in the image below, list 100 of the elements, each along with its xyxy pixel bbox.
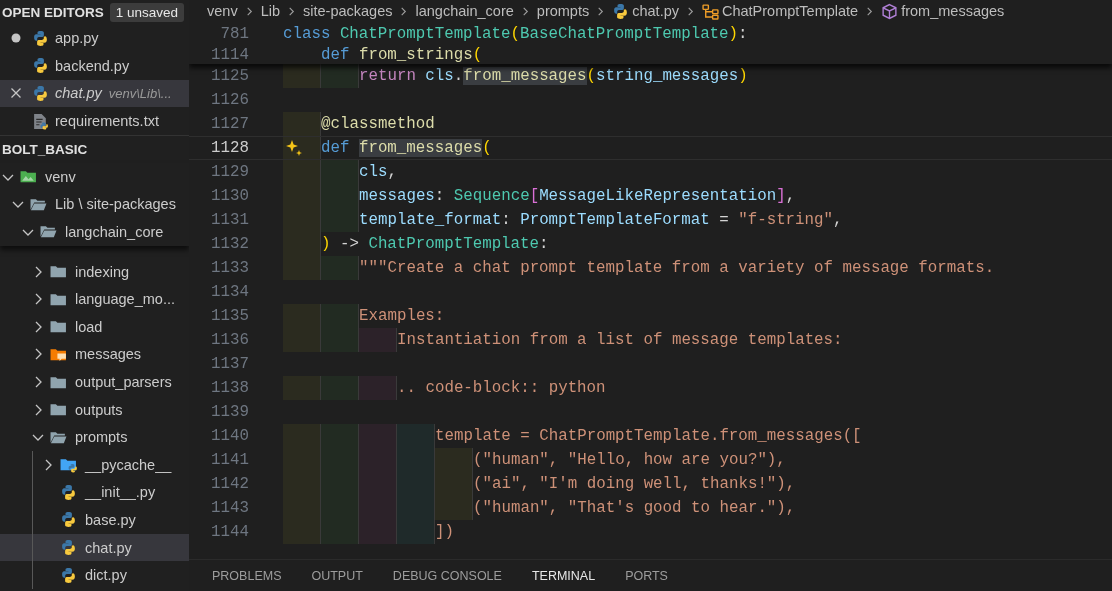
- breadcrumb-item[interactable]: Lib: [260, 3, 280, 19]
- indent-guide: [321, 328, 359, 352]
- indent-guide: [283, 304, 321, 328]
- tree-row[interactable]: chat.py: [0, 533, 189, 562]
- python-file-icon: [32, 29, 49, 47]
- tree-row[interactable]: langchain_core: [0, 218, 189, 246]
- indent-guide: [359, 328, 397, 352]
- tree-row[interactable]: venv: [0, 162, 189, 191]
- indent-guide: [321, 208, 359, 232]
- line-number: 1143: [210, 498, 250, 519]
- open-editor-row[interactable]: chat.py venv\Lib\...: [0, 79, 189, 108]
- tree-item-name[interactable]: outputs: [75, 401, 123, 418]
- code-line: class ChatPromptTemplate(BaseChatPromptTemplate):: [283, 24, 748, 45]
- tree-item-name[interactable]: dict.py: [85, 567, 127, 584]
- line-number: 1140: [210, 426, 250, 447]
- line-number: 1127: [210, 114, 250, 135]
- tree-item-name[interactable]: output_parsers: [75, 374, 172, 390]
- breadcrumb-item[interactable]: venv: [207, 3, 238, 19]
- indent-guide: [359, 376, 397, 400]
- open-editor-row[interactable]: backend.py: [0, 52, 189, 80]
- line-number: 781: [219, 24, 250, 45]
- tree-row[interactable]: indexing: [0, 257, 189, 286]
- tree-item-name[interactable]: venv: [45, 168, 76, 185]
- sparkle-icon[interactable]: [285, 139, 303, 157]
- tree-row[interactable]: outputs: [0, 395, 189, 424]
- breadcrumb-item[interactable]: langchain_core: [415, 3, 514, 19]
- indent-guide: [283, 376, 321, 400]
- file-name[interactable]: app.py: [55, 30, 99, 47]
- tree-item-name[interactable]: indexing: [75, 263, 129, 280]
- file-name[interactable]: requirements.txt: [55, 113, 159, 130]
- python-file-icon: [60, 539, 77, 557]
- code-line: return cls.from_messages(string_messages): [359, 66, 748, 87]
- code-line: ) -> ChatPromptTemplate:: [321, 234, 549, 255]
- indent-guide: [397, 424, 435, 448]
- code-line: ]): [435, 522, 454, 543]
- tree-item-name[interactable]: messages: [75, 346, 142, 363]
- open-editor-row[interactable]: app.py: [0, 24, 189, 53]
- tree-item-name[interactable]: prompts: [75, 429, 128, 446]
- tree-row[interactable]: __init__.py: [0, 478, 189, 507]
- line-number: 1141: [210, 450, 250, 471]
- tree-item-name[interactable]: language_mo...: [75, 291, 175, 308]
- close-icon[interactable]: [10, 87, 22, 100]
- code-line: ("human", "That's good to hear."),: [473, 498, 796, 519]
- python-file-icon: [32, 85, 49, 102]
- tree-row[interactable]: language_mo...: [0, 285, 189, 314]
- tree-row[interactable]: messages: [0, 340, 189, 369]
- tree-item-name[interactable]: Lib \ site-packages: [55, 196, 176, 213]
- class-symbol-icon: [701, 2, 719, 20]
- python-file-icon: [60, 511, 77, 529]
- tree-row[interactable]: prompts: [0, 423, 189, 451]
- tree-row[interactable]: base.py: [0, 506, 189, 534]
- tree-row[interactable]: __pycache__: [0, 451, 189, 479]
- breadcrumb-item[interactable]: site-packages: [303, 3, 393, 19]
- line-number: 1138: [210, 378, 250, 399]
- panel-tab[interactable]: DEBUG CONSOLE: [392, 568, 502, 583]
- section-title[interactable]: OPEN EDITORS: [2, 4, 104, 20]
- code-line: """Create a chat prompt template from a variety of message formats.: [359, 258, 995, 279]
- line-number: 1125: [210, 66, 250, 87]
- python-file-icon: [60, 566, 77, 584]
- code-line: def from_strings(: [321, 46, 483, 64]
- text-file-icon: [32, 112, 49, 130]
- breadcrumb-item[interactable]: ChatPromptTemplate: [721, 3, 859, 19]
- python-file-icon: [612, 2, 630, 20]
- code-line: def from_messages(: [321, 138, 492, 159]
- tree-item-name[interactable]: langchain_core: [65, 223, 164, 240]
- file-name[interactable]: backend.py: [55, 57, 130, 74]
- code-line: cls,: [359, 162, 397, 183]
- section-title[interactable]: BOLT_BASIC: [2, 141, 88, 157]
- tree-item-name[interactable]: __pycache__: [85, 456, 172, 473]
- file-path: venv\Lib\...: [108, 86, 172, 101]
- tree-row[interactable]: output_parsers: [0, 368, 189, 396]
- panel-tab[interactable]: OUTPUT: [311, 568, 363, 583]
- tree-item-name[interactable]: base.py: [85, 512, 136, 528]
- line-number: 1128: [210, 138, 250, 159]
- panel-tab[interactable]: TERMINAL: [531, 568, 596, 583]
- open-editor-row[interactable]: requirements.txt: [0, 107, 189, 135]
- panel-tab[interactable]: PORTS: [625, 568, 668, 583]
- panel-tab[interactable]: PROBLEMS: [212, 568, 282, 583]
- line-number: 1144: [210, 522, 250, 543]
- tree-row[interactable]: Lib \ site-packages: [0, 190, 189, 219]
- line-number: 1132: [210, 234, 250, 255]
- code-line: template_format: PromptTemplateFormat = "f-string",: [359, 210, 843, 231]
- tree-row[interactable]: dict.py: [0, 561, 189, 589]
- breadcrumb-item[interactable]: chat.py: [632, 3, 679, 19]
- tree-row[interactable]: load: [0, 313, 189, 341]
- breadcrumb-item[interactable]: prompts: [536, 3, 590, 19]
- file-name[interactable]: chat.py: [55, 85, 102, 102]
- line-number: 1133: [210, 258, 250, 279]
- tree-item-name[interactable]: load: [75, 318, 103, 335]
- line-number: 1130: [210, 186, 250, 207]
- unsaved-badge: 1 unsaved: [109, 2, 185, 22]
- breadcrumb-item[interactable]: from_messages: [901, 3, 1005, 19]
- indent-guide: [321, 520, 359, 544]
- tree-item-name[interactable]: chat.py: [85, 539, 132, 556]
- line-number: 1129: [210, 162, 250, 183]
- tree-item-name[interactable]: __init__.py: [85, 484, 156, 501]
- indent-guide: [359, 520, 397, 544]
- indent-guide: [283, 256, 321, 280]
- line-number: 1131: [210, 210, 250, 231]
- python-file-icon: [60, 483, 77, 501]
